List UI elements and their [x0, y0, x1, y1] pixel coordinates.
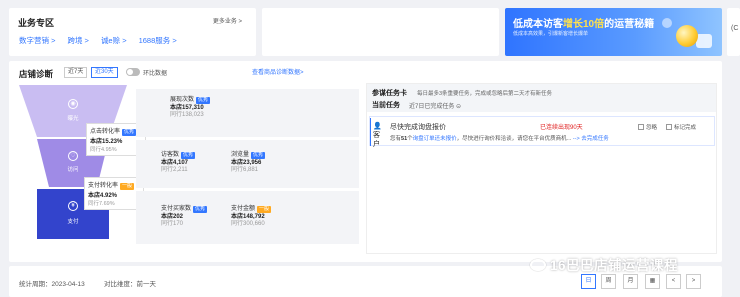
- side-card-text: (C: [731, 25, 739, 32]
- more-services-link[interactable]: 更多业务 >: [213, 16, 242, 25]
- watermark: 16巴巴店铺运营课程: [530, 254, 678, 274]
- complete-task-link[interactable]: --> 去完成任务: [573, 136, 609, 142]
- box-decoration: [696, 34, 712, 48]
- task-streak-status: 已连续出现90天: [540, 125, 583, 131]
- period-week-button[interactable]: 周: [601, 274, 616, 289]
- coin-icon: [676, 25, 698, 47]
- banner-subtitle: 低成本高效果，引爆新客增长爆单: [513, 31, 589, 37]
- status-badge: 优秀: [196, 97, 211, 104]
- tab-30-days[interactable]: 近30天: [91, 67, 118, 78]
- mark-done-checkbox[interactable]: 标记完成: [666, 123, 696, 131]
- heart-icon: ♡: [68, 151, 78, 161]
- task-card-subtitle: 每日最多3条重要任务，完成或忽略后第二天才有新任务: [417, 91, 553, 97]
- funnel-visit-label: 访问: [67, 167, 79, 173]
- yuan-icon: ¥: [68, 201, 78, 211]
- status-badge: 优秀: [251, 152, 266, 159]
- metric-payment-amount: 支付金额 一般 本店148,792 同行300,660: [231, 206, 272, 227]
- status-badge: 一般: [120, 183, 135, 190]
- service-link-credit[interactable]: 诚e赊 >: [101, 35, 127, 46]
- promo-banner[interactable]: 低成本访客增长10倍的运营秘籍 低成本高效果，引爆新客增长爆单: [505, 8, 722, 56]
- task-description: 您有51个询盘订单还未报价，尽快进行询价和洽谈，请您在平台优质商机... -->…: [390, 136, 609, 142]
- service-link-digital-marketing[interactable]: 数字营销 >: [19, 35, 55, 46]
- pay-conversion-rate: 支付转化率 一般 本店4.92% 同行7.69%: [84, 177, 144, 210]
- current-tasks-title: 当前任务: [372, 102, 400, 109]
- status-badge: 优秀: [193, 206, 208, 213]
- service-link-cross-border[interactable]: 跨境 >: [67, 35, 88, 46]
- prev-period-button[interactable]: <: [666, 274, 681, 289]
- period-day-button[interactable]: 日: [581, 274, 596, 289]
- view-product-diagnosis-link[interactable]: 查看商品诊断数据>: [252, 67, 304, 76]
- next-period-button[interactable]: >: [686, 274, 701, 289]
- calendar-icon[interactable]: ▦: [645, 274, 660, 289]
- side-card[interactable]: (C: [727, 8, 740, 56]
- stats-period: 统计周期：2023-04-13: [19, 281, 85, 288]
- business-zone-card: 业务专区 更多业务 > 数字营销 > 跨境 > 诚e赊 > 1688服务 >: [9, 8, 256, 56]
- eye-icon: ◉: [68, 99, 78, 109]
- ignore-checkbox[interactable]: 忽略: [638, 123, 657, 131]
- bubble-decoration: [662, 18, 672, 28]
- empty-card: [262, 8, 499, 56]
- period-month-button[interactable]: 月: [623, 274, 638, 289]
- compare-toggle-label: 环比数据: [143, 71, 168, 77]
- wechat-icon: [530, 259, 546, 271]
- store-diagnosis-card: 店铺诊断 近7天 近30天 环比数据 查看商品诊断数据> ◉ 曝光 ♡ 访问 ¥…: [9, 61, 722, 262]
- person-icon: 👤: [373, 123, 382, 130]
- metric-page-views: 浏览量 优秀 本店23,956 同行6,881: [231, 152, 266, 173]
- compare-toggle[interactable]: [126, 68, 140, 76]
- task-card-title: 参谋任务卡: [372, 90, 407, 97]
- banner-headline: 低成本访客增长10倍的运营秘籍: [513, 19, 655, 30]
- completed-tasks-link[interactable]: 近7日已完成任务 ⊝: [409, 101, 461, 110]
- info-icon: ⊝: [456, 104, 462, 110]
- task-name: 尽快完成询盘报价: [390, 124, 446, 131]
- funnel-pay-label: 支付: [67, 219, 79, 225]
- service-links: 数字营销 > 跨境 > 诚e赊 > 1688服务 >: [19, 35, 177, 46]
- metric-impressions: 展现次数 优秀 本店157,310 同行138,023: [170, 97, 211, 118]
- status-badge: 优秀: [122, 129, 137, 136]
- status-badge: 优秀: [181, 152, 196, 159]
- compare-dimension: 对比维度：前一天: [104, 281, 156, 288]
- metric-visitors: 访客数 优秀 本店4,107 同行2,211: [161, 152, 196, 173]
- business-zone-title: 业务专区: [18, 18, 55, 28]
- metric-paying-buyers: 支付买家数 优秀 本店202 同行170: [161, 206, 208, 227]
- diagnosis-title: 店铺诊断: [19, 69, 54, 79]
- service-link-1688[interactable]: 1688服务 >: [139, 35, 177, 46]
- tab-7-days[interactable]: 近7天: [64, 67, 88, 78]
- funnel-exposure-label: 曝光: [67, 116, 79, 122]
- conversion-funnel: ◉ 曝光 ♡ 访问 ¥ 支付: [19, 85, 127, 239]
- task-card: 参谋任务卡 每日最多3条重要任务，完成或忽略后第二天才有新任务 当前任务 近7日…: [366, 83, 717, 254]
- task-item[interactable]: 👤 客户 尽快完成询盘报价 已连续出现90天 忽略 标记完成 您有51个询盘订单还…: [369, 116, 715, 148]
- unquoted-inquiries-link[interactable]: 询盘订单还未报价: [413, 136, 457, 142]
- task-category: 👤 客户: [370, 118, 382, 148]
- status-badge: 一般: [257, 206, 272, 213]
